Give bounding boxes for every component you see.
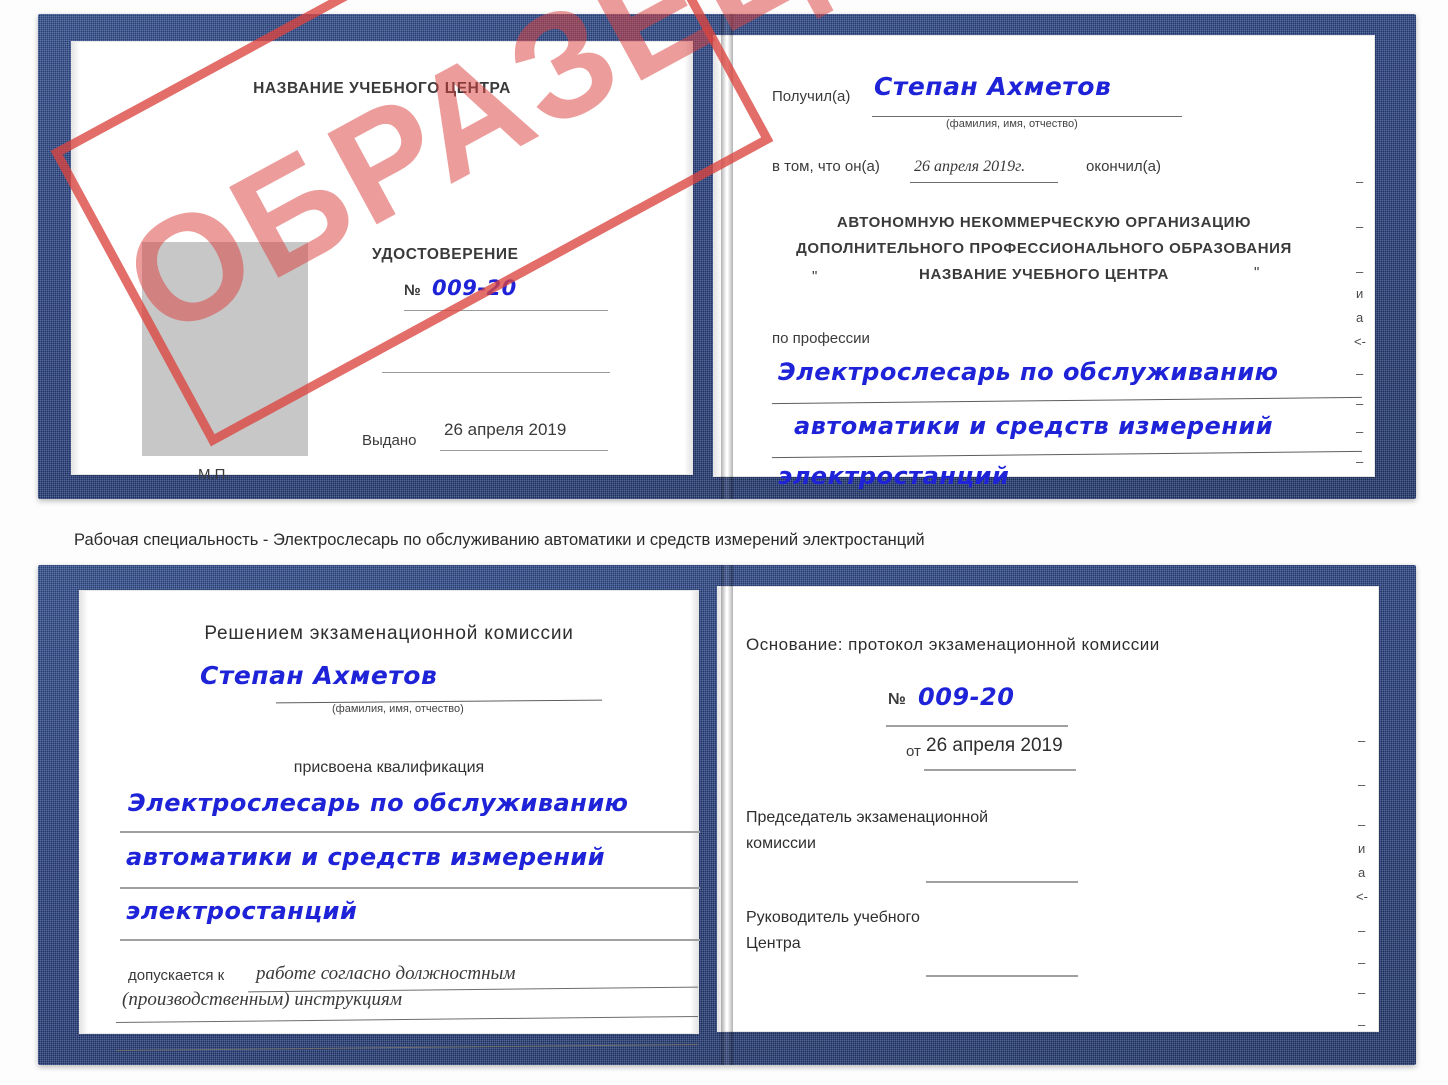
edge-fragment: – <box>1356 219 1364 234</box>
edge-fragment: – <box>1358 955 1366 970</box>
student-name: Степан Ахметов <box>200 661 438 690</box>
certificate-bottom: Решением экзаменационной комиссии Степан… <box>38 565 1416 1065</box>
profession-line-1: Электрослесарь по обслуживанию <box>778 358 1279 386</box>
edge-fragment: – <box>1356 264 1364 279</box>
qualification-label: присвоена квалификация <box>293 759 485 776</box>
org-quote-close: " <box>1254 264 1260 281</box>
head-line-2: Центра <box>746 935 801 952</box>
edge-fragment: <- <box>1356 889 1368 904</box>
received-label: Получил(а) <box>772 88 851 105</box>
sample-watermark: ОБРАЗЕЦ <box>0 0 839 560</box>
page-shadow-left <box>80 591 88 1033</box>
profession-line-2: автоматики и средств измерений <box>794 412 1274 440</box>
edge-fragment: <- <box>1354 334 1366 349</box>
edge-fragment: – <box>1356 366 1364 381</box>
qualification-underline-2 <box>120 887 700 889</box>
admitted-value-line-1: работе согласно должностным <box>256 963 516 984</box>
basis-label: Основание: протокол экзаменационной коми… <box>746 635 1160 654</box>
org-line-2: ДОПОЛНИТЕЛЬНОГО ПРОФЕССИОНАЛЬНОГО ОБРАЗО… <box>796 240 1292 257</box>
protocol-number-value: 009-20 <box>918 683 1015 711</box>
admitted-label: допускается к <box>128 967 225 984</box>
page-shadow-left <box>718 587 726 1031</box>
qualification-line-3: электростанций <box>126 897 358 925</box>
protocol-date-value: 26 апреля 2019 <box>926 735 1063 756</box>
edge-fragment: и <box>1356 286 1364 301</box>
qualification-line-1: Электрослесарь по обслуживанию <box>128 789 629 817</box>
edge-fragment: а <box>1358 865 1366 880</box>
protocol-date-label: от <box>906 743 921 760</box>
protocol-number-underline <box>886 725 1068 727</box>
bottom-right-page: Основание: протокол экзаменационной коми… <box>718 587 1378 1031</box>
qualification-underline-3 <box>120 939 700 941</box>
protocol-date-underline <box>924 769 1076 771</box>
admitted-underline-2 <box>116 1015 698 1024</box>
edge-fragment: – <box>1358 1017 1366 1032</box>
finished-label: окончил(а) <box>1086 158 1161 175</box>
received-value: Степан Ахметов <box>874 72 1112 101</box>
profession-line-3: электростанций <box>778 462 1010 490</box>
received-underline <box>872 116 1182 117</box>
protocol-number-label: № <box>888 691 906 708</box>
bottom-left-page: Решением экзаменационной комиссии Степан… <box>80 591 700 1052</box>
sample-stamp-frame: ОБРАЗЕЦ <box>50 0 840 447</box>
head-line-1: Руководитель учебного <box>746 909 920 926</box>
edge-fragment: – <box>1356 396 1364 411</box>
edge-fragment: а <box>1356 310 1364 325</box>
profession-underline-2 <box>772 450 1362 459</box>
org-line-1: АВТОНОМНУЮ НЕКОММЕРЧЕСКУЮ ОРГАНИЗАЦИЮ <box>836 214 1252 231</box>
chair-line-2: комиссии <box>746 835 816 852</box>
edge-fragment: – <box>1358 923 1366 938</box>
edge-fragment: – <box>1358 817 1366 832</box>
admitted-underline-3 <box>116 1043 698 1052</box>
profession-label: по профессии <box>772 330 870 347</box>
profession-underline-1 <box>772 396 1362 405</box>
chair-line-1: Председатель экзаменационной <box>746 809 989 826</box>
edge-fragment: – <box>1356 454 1364 469</box>
fio-hint: (фамилия, имя, отчество) <box>332 703 464 715</box>
in-that-underline <box>910 182 1058 183</box>
sample-stamp-text: ОБРАЗЕЦ <box>98 0 840 369</box>
decision-heading: Решением экзаменационной комиссии <box>204 623 574 644</box>
head-signature-line <box>926 975 1078 977</box>
fio-hint: (фамилия, имя, отчество) <box>946 118 1078 130</box>
edge-fragment: – <box>1358 985 1366 1000</box>
in-that-label: в том, что он(а) <box>772 158 880 175</box>
edge-fragment: – <box>1358 733 1366 748</box>
top-right-page: Получил(а) Степан Ахметов (фамилия, имя,… <box>714 36 1374 490</box>
edge-fragment: – <box>1358 777 1366 792</box>
edge-fragment: и <box>1358 841 1366 856</box>
qualification-underline-1 <box>120 831 700 833</box>
in-that-value: 26 апреля 2019г. <box>914 158 1026 175</box>
org-line-3: НАЗВАНИЕ УЧЕБНОГО ЦЕНТРА <box>919 266 1169 283</box>
page-shadow-right <box>690 591 698 1033</box>
screenshot-root: НАЗВАНИЕ УЧЕБНОГО ЦЕНТРА УДОСТОВЕРЕНИЕ №… <box>0 0 1448 1085</box>
admitted-value-line-2: (производственным) инструкциям <box>122 989 402 1010</box>
edge-fragment: – <box>1356 174 1364 189</box>
chair-signature-line <box>926 881 1078 883</box>
edge-fragment: – <box>1356 424 1364 439</box>
qualification-line-2: автоматики и средств измерений <box>126 843 606 871</box>
